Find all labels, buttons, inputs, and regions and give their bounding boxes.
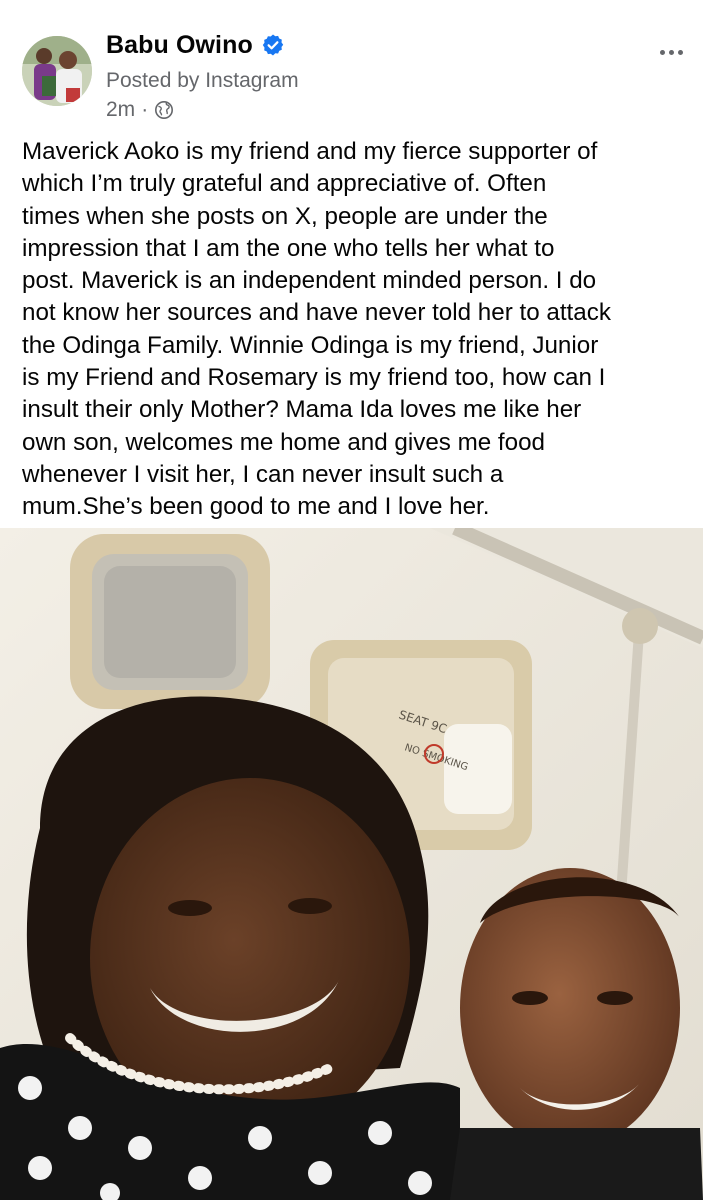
globe-icon — [155, 101, 174, 119]
facebook-post: Babu Owino Posted by Instagram 2m · Mave… — [0, 0, 703, 1200]
author-name[interactable]: Babu Owino — [106, 31, 253, 60]
author-row: Babu Owino — [106, 28, 285, 62]
selfie-photo: SEAT 9C NO SMOKING — [0, 528, 703, 1200]
meta-separator: · — [141, 98, 149, 121]
more-dot — [659, 49, 665, 55]
more-dot — [677, 49, 683, 55]
posted-by-label: Posted by Instagram — [106, 69, 299, 92]
more-dot — [668, 49, 674, 55]
more-options-icon[interactable] — [651, 40, 691, 64]
post-header: Babu Owino Posted by Instagram 2m · — [0, 0, 703, 122]
avatar-photo — [22, 36, 92, 106]
verified-badge-icon — [262, 34, 284, 56]
post-meta: 2m · — [106, 98, 174, 122]
post-text: Maverick Aoko is my friend and my fierce… — [22, 138, 611, 521]
post-photo[interactable]: SEAT 9C NO SMOKING — [0, 528, 703, 1200]
author-avatar[interactable] — [22, 36, 92, 106]
post-timestamp[interactable]: 2m — [106, 98, 135, 122]
